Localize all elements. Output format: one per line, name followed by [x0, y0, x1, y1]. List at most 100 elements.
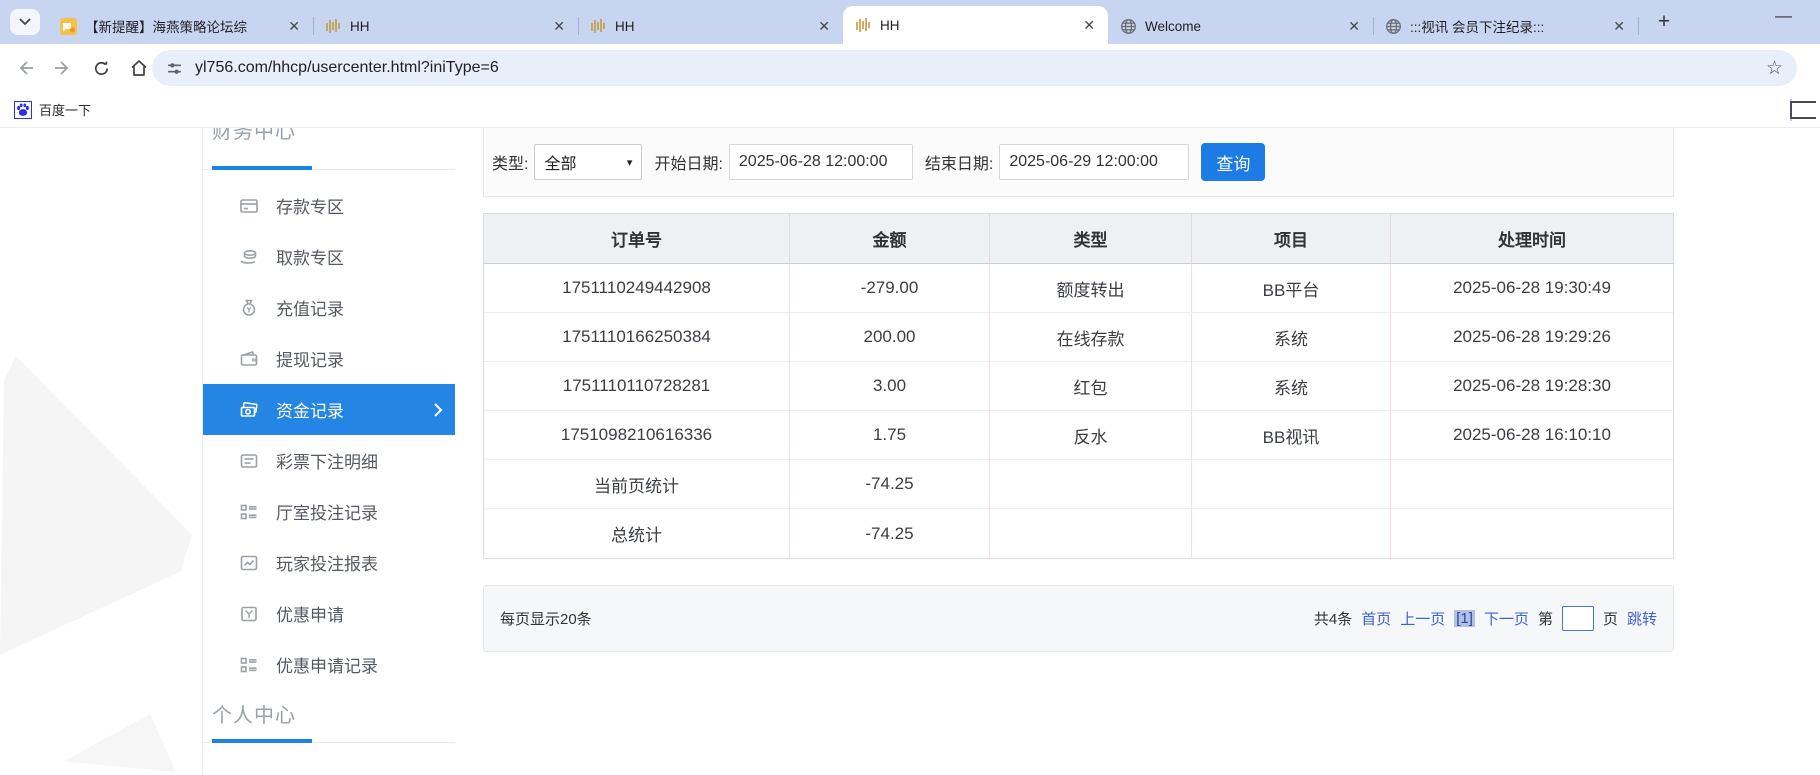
- type-select[interactable]: 全部▾: [534, 144, 642, 180]
- search-button[interactable]: 查询: [1201, 143, 1265, 181]
- table-cell: 红包: [990, 362, 1192, 411]
- table-cell: 在线存款: [990, 313, 1192, 362]
- page-jump-input[interactable]: [1562, 606, 1594, 631]
- sidebar-item[interactable]: 优惠申请: [203, 588, 455, 639]
- browser-tab[interactable]: 【新提醒】海燕策略论坛综✕: [48, 8, 313, 44]
- page-size-text: 每页显示20条: [500, 608, 592, 629]
- browser-tab[interactable]: HH ✕: [843, 6, 1108, 44]
- back-icon[interactable]: [8, 51, 42, 85]
- withdraw-hand-icon: [239, 247, 259, 267]
- tab-title: HH: [880, 18, 1072, 33]
- sidebar-item[interactable]: 存款专区: [203, 180, 455, 231]
- table-cell: 1751110110728281: [484, 362, 790, 411]
- globe-icon: [1120, 18, 1137, 35]
- browser-tab[interactable]: Welcome✕: [1108, 8, 1373, 44]
- browser-toolbar: yl756.com/hhcp/usercenter.html?iniType=6…: [0, 44, 1820, 92]
- decorative-triangle: [0, 356, 196, 664]
- sidebar-item[interactable]: 厅室投注记录: [203, 486, 455, 537]
- table-cell: 2025-06-28 19:30:49: [1391, 264, 1673, 313]
- tab-close-icon[interactable]: ✕: [285, 18, 303, 35]
- envelope-icon: [239, 604, 259, 624]
- column-header: 金额: [790, 214, 990, 264]
- table-row: 17511101107282813.00红包系统2025-06-28 19:28…: [484, 362, 1673, 411]
- list-icon: [239, 502, 259, 522]
- home-icon[interactable]: [122, 51, 156, 85]
- jump-button[interactable]: 跳转: [1627, 608, 1657, 629]
- tab-search-chevron-icon[interactable]: [10, 9, 40, 35]
- pagination-bar: 每页显示20条 共4条 首页 上一页 [1] 下一页 第 页 跳转: [483, 585, 1674, 652]
- first-page-link[interactable]: 首页: [1361, 608, 1391, 629]
- detail-list-icon: [239, 451, 259, 471]
- sidebar-item[interactable]: 提现记录: [203, 333, 455, 384]
- sidebar-item[interactable]: 取款专区: [203, 231, 455, 282]
- table-cell: 总统计: [484, 509, 790, 558]
- end-date-input[interactable]: [999, 144, 1189, 180]
- type-label: 类型:: [492, 150, 528, 174]
- table-row: 1751110249442908-279.00额度转出BB平台2025-06-2…: [484, 264, 1673, 313]
- tab-list: 【新提醒】海燕策略论坛综✕HH✕HH✕HH✕Welcome✕:::视讯 会员下注…: [48, 0, 1638, 44]
- bookmark-item-baidu[interactable]: 百度一下: [14, 100, 91, 119]
- window-minimize-button[interactable]: —: [1775, 6, 1792, 26]
- table-cell: 1751110166250384: [484, 313, 790, 362]
- waveform-icon: [855, 17, 872, 34]
- tab-close-icon[interactable]: ✕: [815, 18, 833, 35]
- table-cell: -279.00: [790, 264, 990, 313]
- table-row: 1751110166250384200.00在线存款系统2025-06-28 1…: [484, 313, 1673, 362]
- side-panel-icon[interactable]: [1790, 101, 1816, 119]
- decorative-triangle: [58, 714, 176, 775]
- sidebar-section-finance-title: 财务中心: [203, 128, 455, 155]
- table-cell: 当前页统计: [484, 460, 790, 509]
- table-cell: 反水: [990, 411, 1192, 460]
- column-header: 处理时间: [1391, 214, 1673, 264]
- tab-title: :::视讯 会员下注纪录:::: [1410, 16, 1602, 36]
- tab-close-icon[interactable]: ✕: [1345, 18, 1363, 35]
- table-cell: [1192, 509, 1391, 558]
- sidebar-item[interactable]: 彩票下注明细: [203, 435, 455, 486]
- filter-bar: 类型: 全部▾ 开始日期: 结束日期: 查询: [483, 128, 1674, 197]
- end-date-label: 结束日期:: [925, 150, 993, 174]
- tab-close-icon[interactable]: ✕: [1080, 17, 1098, 34]
- tab-close-icon[interactable]: ✕: [1610, 18, 1628, 35]
- table-cell: 2025-06-28 19:28:30: [1391, 362, 1673, 411]
- sidebar-item[interactable]: 资金记录: [203, 384, 455, 435]
- table-cell: 1751110249442908: [484, 264, 790, 313]
- table-cell: 2025-06-28 16:10:10: [1391, 411, 1673, 460]
- table-cell: [1391, 509, 1673, 558]
- browser-tab[interactable]: :::视讯 会员下注纪录:::✕: [1373, 8, 1638, 44]
- sidebar-item-partial[interactable]: 消息公告: [203, 760, 455, 775]
- jump-prefix-text: 第: [1538, 608, 1553, 629]
- table-cell: [990, 460, 1192, 509]
- prev-page-link[interactable]: 上一页: [1400, 608, 1445, 629]
- sidebar-item-label: 优惠申请: [276, 601, 344, 626]
- site-settings-icon[interactable]: [166, 60, 183, 77]
- table-cell: [1391, 460, 1673, 509]
- sidebar-item[interactable]: 充值记录: [203, 282, 455, 333]
- forum-icon: [60, 18, 77, 35]
- column-header: 订单号: [484, 214, 790, 264]
- bookmark-star-icon[interactable]: ☆: [1766, 57, 1783, 80]
- next-page-link[interactable]: 下一页: [1484, 608, 1529, 629]
- browser-tab[interactable]: HH✕: [578, 8, 843, 44]
- sidebar-item-label: 彩票下注明细: [276, 448, 378, 473]
- sidebar-menu: 存款专区取款专区充值记录提现记录资金记录彩票下注明细厅室投注记录玩家投注报表优惠…: [203, 180, 455, 690]
- sidebar-item-label: 厅室投注记录: [276, 499, 378, 524]
- sidebar-item-label: 存款专区: [276, 193, 344, 218]
- table-cell: 系统: [1192, 362, 1391, 411]
- sidebar-item-label: 充值记录: [276, 295, 344, 320]
- sidebar-section-personal-title: 个人中心: [203, 699, 455, 728]
- sidebar-item[interactable]: 玩家投注报表: [203, 537, 455, 588]
- new-tab-button[interactable]: +: [1650, 8, 1678, 36]
- wallet-icon: [239, 349, 259, 369]
- chevron-down-icon: ▾: [627, 156, 633, 169]
- table-cell: 3.00: [790, 362, 990, 411]
- address-bar[interactable]: yl756.com/hhcp/usercenter.html?iniType=6…: [152, 50, 1797, 86]
- section-divider: [203, 739, 455, 743]
- reload-icon[interactable]: [84, 51, 118, 85]
- url-text[interactable]: yl756.com/hhcp/usercenter.html?iniType=6: [195, 59, 1766, 77]
- start-date-label: 开始日期:: [654, 150, 722, 174]
- browser-tab[interactable]: HH✕: [313, 8, 578, 44]
- forward-icon[interactable]: [46, 51, 80, 85]
- sidebar-item[interactable]: 优惠申请记录: [203, 639, 455, 690]
- tab-close-icon[interactable]: ✕: [550, 18, 568, 35]
- start-date-input[interactable]: [729, 144, 913, 180]
